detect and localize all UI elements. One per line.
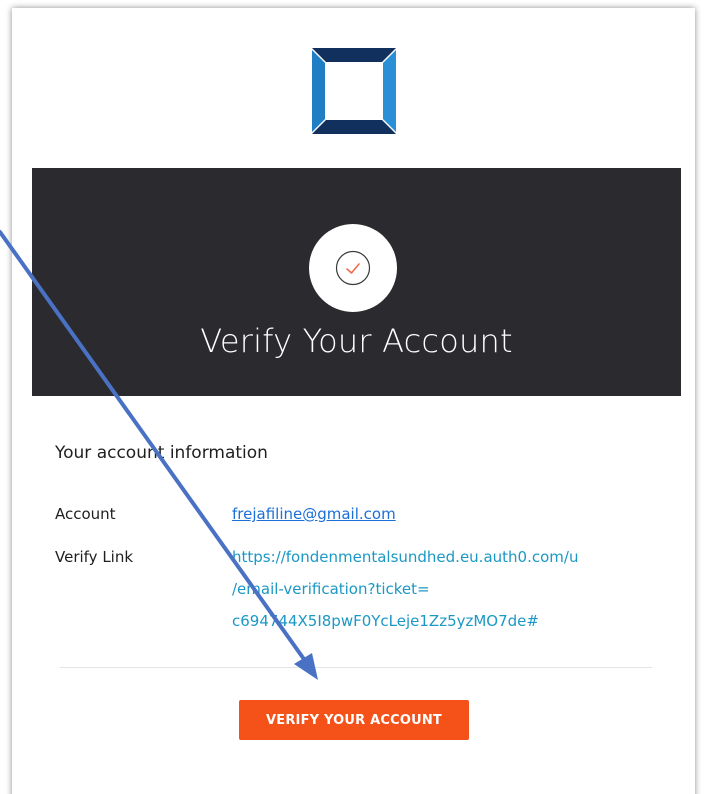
- account-email-link[interactable]: frejafiline@gmail.com: [232, 505, 396, 523]
- account-email-value: frejafiline@gmail.com: [232, 498, 396, 530]
- email-page: Verify Your Account Your account informa…: [0, 0, 707, 794]
- verify-link-line[interactable]: /email-verification?ticket=: [232, 573, 578, 605]
- verify-link-line[interactable]: https://fondenmentalsundhed.eu.auth0.com…: [232, 541, 578, 573]
- logo-icon: [312, 48, 396, 134]
- banner-title: Verify Your Account: [200, 322, 513, 360]
- verify-link-label: Verify Link: [55, 548, 134, 566]
- account-label: Account: [55, 505, 116, 523]
- verify-link-line[interactable]: c694744X5I8pwF0YcLeje1Zz5yzMO7de#: [232, 605, 578, 637]
- verify-link-value[interactable]: https://fondenmentalsundhed.eu.auth0.com…: [232, 541, 578, 637]
- divider: [60, 667, 652, 668]
- account-info-heading: Your account information: [55, 443, 268, 463]
- verify-account-button[interactable]: VERIFY YOUR ACCOUNT: [239, 700, 469, 740]
- checkmark-circle-icon: [335, 250, 371, 286]
